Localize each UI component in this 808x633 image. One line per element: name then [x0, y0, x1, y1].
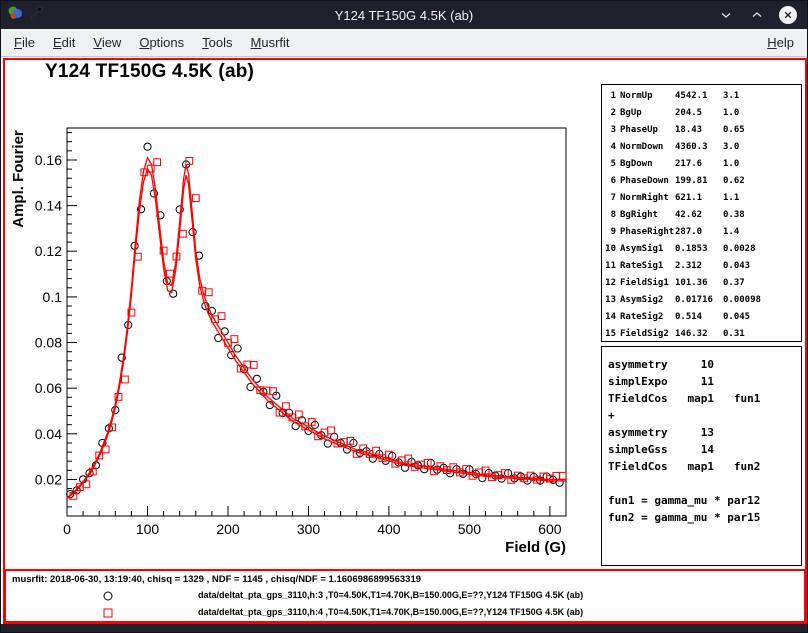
svg-text:0.04: 0.04 [35, 426, 62, 442]
svg-text:0: 0 [63, 521, 71, 537]
param-row: 14RateSig20.5140.045 [602, 309, 801, 326]
svg-text:0.08: 0.08 [35, 335, 62, 351]
fit-curve [67, 169, 566, 499]
svg-text:300: 300 [297, 521, 321, 537]
tick-labels: 0.02 0.04 0.06 0.08 0.1 0.12 0.14 0.16 0 100 200 30… [35, 152, 562, 537]
param-row: 1NormUp4542.13.1 [602, 88, 801, 105]
param-row: 12FieldSig1101.360.37 [602, 275, 801, 292]
fit-status-line: musrfit: 2018-06-30, 13:19:40, chisq = 1… [12, 574, 421, 585]
parameter-rows: 1NormUp4542.13.12BgUp204.51.03PhaseUp18.… [602, 88, 801, 342]
menu-options[interactable]: Options [130, 32, 193, 53]
titlebar[interactable]: Y124 TF150G 4.5K (ab) [1, 1, 807, 29]
window-bottom-strip [1, 624, 807, 632]
legend-row: data/deltat_pta_gps_3110,h:3 ,T0=4.50K,T… [6, 589, 804, 603]
svg-text:400: 400 [377, 521, 401, 537]
svg-text:0.02: 0.02 [35, 472, 62, 488]
window-controls [717, 6, 807, 24]
param-row: 9PhaseRight287.01.4 [602, 224, 801, 241]
maximize-button[interactable] [748, 6, 766, 24]
menu-items: FileEditViewOptionsToolsMusrfit [5, 35, 299, 50]
svg-text:600: 600 [538, 521, 562, 537]
legend-row: data/deltat_pta_gps_3110,h:4 ,T0=4.50K,T… [6, 606, 804, 620]
svg-text:200: 200 [216, 521, 240, 537]
param-row: 15FieldSig2146.320.31 [602, 326, 801, 342]
svg-text:0.1: 0.1 [43, 289, 63, 305]
legend-circle-marker [102, 589, 114, 607]
svg-text:500: 500 [458, 521, 482, 537]
theory-text: asymmetry 10 simplExpo 11 TFieldCos map1… [602, 347, 801, 535]
theory-box: asymmetry 10 simplExpo 11 TFieldCos map1… [601, 346, 802, 566]
parameter-box: 1NormUp4542.13.12BgUp204.51.03PhaseUp18.… [601, 84, 802, 342]
menu-musrfit[interactable]: Musrfit [242, 32, 299, 53]
minimize-button[interactable] [717, 6, 735, 24]
fit-curve [67, 158, 566, 498]
close-button[interactable] [779, 6, 797, 24]
param-row: 13AsymSig20.017160.00098 [602, 292, 801, 309]
svg-text:0.12: 0.12 [35, 243, 62, 259]
menubar: FileEditViewOptionsToolsMusrfit Help [1, 29, 807, 57]
svg-text:0.16: 0.16 [35, 152, 62, 168]
app-window: Y124 TF150G 4.5K (ab) FileEditViewOption… [0, 0, 808, 633]
menu-file[interactable]: File [5, 32, 44, 53]
param-row: 10AsymSig10.18530.0028 [602, 241, 801, 258]
param-row: 4NormDown4360.33.0 [602, 139, 801, 156]
fourier-plot[interactable]: 0.02 0.04 0.06 0.08 0.1 0.12 0.14 0.16 0 100 200 30… [1, 57, 601, 569]
param-row: 7NormRight621.11.1 [602, 190, 801, 207]
x-axis-title: Field (G) [505, 539, 566, 556]
param-row: 5BgDown217.61.0 [602, 156, 801, 173]
param-row: 8BgRight42.620.38 [602, 207, 801, 224]
legend-square-marker [102, 606, 114, 624]
legend-label: data/deltat_pta_gps_3110,h:4 ,T0=4.50K,T… [198, 607, 583, 617]
menu-edit[interactable]: Edit [44, 32, 84, 53]
y-axis-title: Ampl. Fourier [10, 130, 27, 228]
param-row: 2BgUp204.51.0 [602, 105, 801, 122]
param-row: 6PhaseDown199.810.62 [602, 173, 801, 190]
root-canvas[interactable]: Y124 TF150G 4.5K (ab) 0.020.040.060.080.… [1, 57, 808, 626]
app-icon [7, 5, 23, 26]
window-title: Y124 TF150G 4.5K (ab) [1, 8, 807, 23]
tool-hammer-icon [28, 5, 44, 26]
menu-view[interactable]: View [84, 32, 130, 53]
svg-text:0.14: 0.14 [35, 198, 62, 214]
param-row: 3PhaseUp18.430.65 [602, 122, 801, 139]
fit-info-pane: musrfit: 2018-06-30, 13:19:40, chisq = 1… [4, 569, 806, 623]
menu-tools[interactable]: Tools [193, 32, 241, 53]
titlebar-icons [1, 5, 44, 26]
svg-text:100: 100 [136, 521, 160, 537]
svg-text:0.06: 0.06 [35, 380, 62, 396]
param-row: 11RateSig12.3120.043 [602, 258, 801, 275]
menu-help[interactable]: Help [758, 32, 803, 53]
legend-label: data/deltat_pta_gps_3110,h:3 ,T0=4.50K,T… [198, 590, 583, 600]
